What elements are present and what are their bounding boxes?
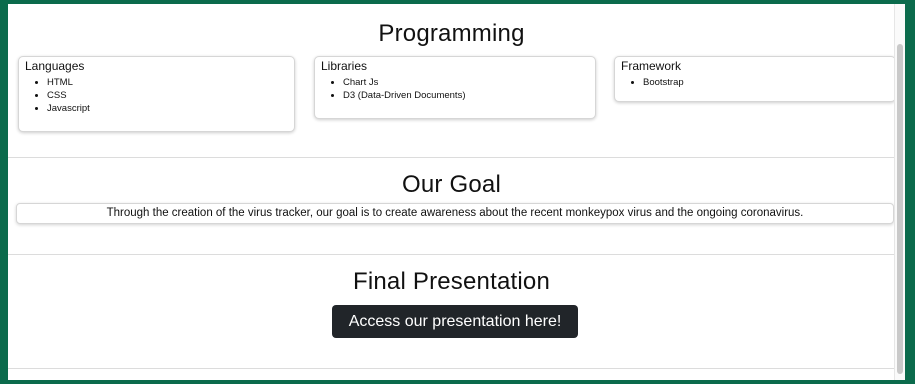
vertical-scrollbar[interactable] <box>894 4 905 380</box>
list-item: Javascript <box>47 102 294 115</box>
list-item: D3 (Data-Driven Documents) <box>343 89 595 102</box>
list-item: Chart Js <box>343 76 595 89</box>
scrollbar-thumb[interactable] <box>897 44 903 374</box>
goal-title: Our Goal <box>402 171 501 198</box>
languages-list: HTML CSS Javascript <box>19 76 294 115</box>
page-content: Programming Languages HTML CSS Javascrip… <box>8 4 896 380</box>
section-divider <box>8 254 895 255</box>
programming-title: Programming <box>378 20 525 47</box>
framework-card-title: Framework <box>621 59 682 73</box>
goal-card: Through the creation of the virus tracke… <box>16 203 894 224</box>
framework-card: Framework Bootstrap <box>614 56 896 102</box>
list-item: HTML <box>47 76 294 89</box>
page-frame: Programming Languages HTML CSS Javascrip… <box>8 4 905 380</box>
goal-text: Through the creation of the virus tracke… <box>106 207 804 219</box>
libraries-card-title: Libraries <box>321 59 368 73</box>
presentation-title: Final Presentation <box>352 268 551 295</box>
languages-card-title: Languages <box>25 59 85 73</box>
languages-card: Languages HTML CSS Javascript <box>18 56 295 132</box>
section-divider <box>8 157 895 158</box>
list-item: CSS <box>47 89 294 102</box>
libraries-card: Libraries Chart Js D3 (Data-Driven Docum… <box>314 56 596 119</box>
list-item: Bootstrap <box>643 76 895 89</box>
access-presentation-button[interactable]: Access our presentation here! <box>332 305 578 338</box>
libraries-list: Chart Js D3 (Data-Driven Documents) <box>315 76 595 102</box>
section-divider <box>8 368 895 369</box>
framework-list: Bootstrap <box>615 76 895 89</box>
